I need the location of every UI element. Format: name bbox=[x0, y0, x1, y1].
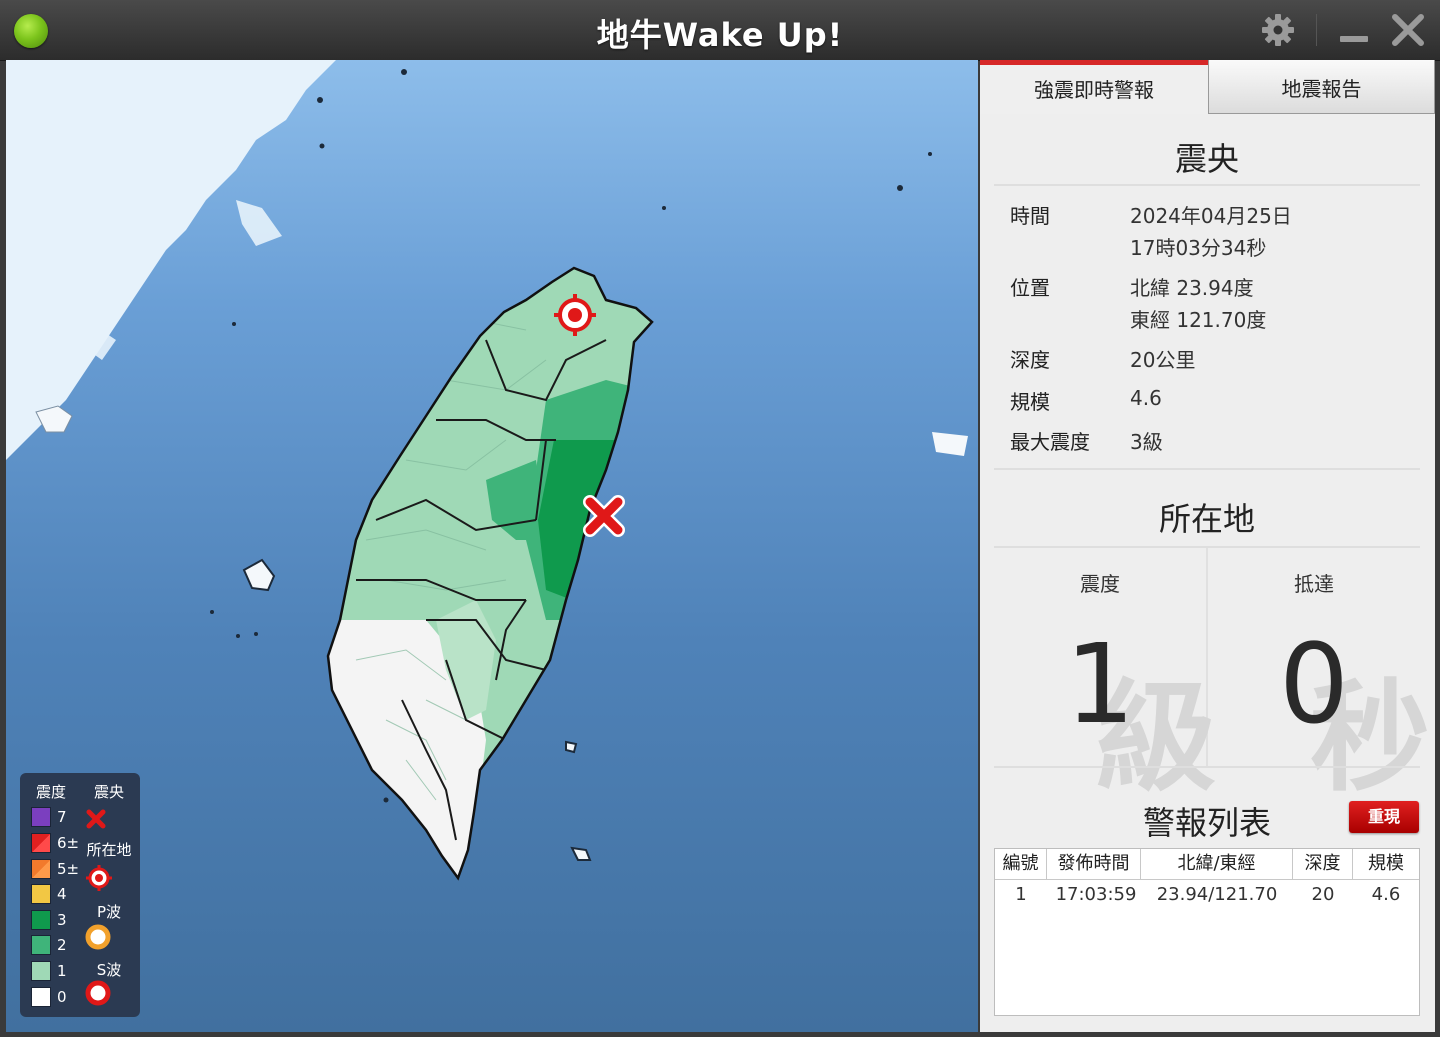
column-header-coords[interactable]: 北緯/東經 bbox=[1141, 849, 1293, 879]
replay-button[interactable]: 重現 bbox=[1349, 801, 1419, 833]
map-legend: 震度 震央 7 6± 5± 4 3 2 1 0 所在地 P波 S波 bbox=[20, 773, 140, 1017]
local-intensity-value: 1 bbox=[1065, 620, 1135, 748]
table-header: 編號 發佈時間 北緯/東經 深度 規模 bbox=[995, 849, 1419, 880]
legend-epicenter-header: 震央 bbox=[94, 783, 125, 801]
legend-level-0: 0 bbox=[31, 987, 67, 1007]
legend-level-label: 3 bbox=[57, 911, 67, 929]
cell-coords: 23.94/121.70 bbox=[1156, 884, 1278, 905]
depth-value: 20公里 bbox=[1130, 348, 1196, 372]
legend-intensity-header: 震度 bbox=[36, 783, 67, 801]
legend-p-wave-label: P波 bbox=[96, 903, 122, 921]
legend-s-wave-label: S波 bbox=[96, 961, 122, 979]
legend-level-label: 2 bbox=[57, 936, 67, 954]
epicenter-title: 震央 bbox=[1174, 140, 1239, 178]
legend-swatch bbox=[31, 859, 51, 879]
legend-swatch bbox=[31, 833, 51, 853]
legend-swatch bbox=[31, 910, 51, 930]
depth-label: 深度 bbox=[1010, 348, 1050, 372]
alert-table: 編號 發佈時間 北緯/東經 深度 規模 1 17:03:59 23.94/121… bbox=[994, 848, 1420, 1016]
time-date-value: 2024年04月25日 bbox=[1130, 204, 1292, 228]
local-intensity-label: 震度 bbox=[1080, 572, 1120, 596]
epicenter-marker-icon bbox=[583, 495, 625, 537]
arrival-seconds-value: 0 bbox=[1279, 620, 1349, 748]
column-header-depth[interactable]: 深度 bbox=[1293, 849, 1353, 879]
max-intensity-value: 3級 bbox=[1130, 430, 1163, 454]
earthquake-map[interactable]: 震度 震央 7 6± 5± 4 3 2 1 0 所在地 P波 S波 bbox=[6, 60, 978, 1032]
legend-swatch bbox=[31, 884, 51, 904]
legend-swatch bbox=[31, 961, 51, 981]
magnitude-label: 規模 bbox=[1010, 390, 1050, 414]
minimize-icon[interactable] bbox=[1336, 12, 1372, 48]
legend-level-7: 7 bbox=[31, 807, 67, 827]
legend-level-4: 4 bbox=[31, 884, 67, 904]
divider bbox=[994, 766, 1420, 768]
legend-swatch bbox=[31, 987, 51, 1007]
position-label: 位置 bbox=[1010, 276, 1050, 300]
legend-level-2: 2 bbox=[31, 935, 67, 955]
tab-realtime-alert[interactable]: 強震即時警報 bbox=[980, 60, 1208, 114]
divider bbox=[994, 184, 1420, 186]
legend-level-label: 7 bbox=[57, 808, 67, 826]
divider bbox=[994, 468, 1420, 470]
legend-swatch bbox=[31, 935, 51, 955]
legend-swatch bbox=[31, 807, 51, 827]
longitude-value: 東經 121.70度 bbox=[1130, 308, 1267, 332]
time-clock-value: 17時03分34秒 bbox=[1130, 236, 1267, 260]
location-title: 所在地 bbox=[1158, 500, 1255, 538]
info-panel: 強震即時警報 地震報告 震央 時間 2024年04月25日 17時03分34秒 … bbox=[980, 60, 1435, 1032]
legend-level-label: 1 bbox=[57, 962, 67, 980]
legend-location-label: 所在地 bbox=[86, 841, 132, 859]
gear-icon[interactable] bbox=[1260, 12, 1296, 48]
legend-level-label: 4 bbox=[57, 885, 67, 903]
cell-depth: 20 bbox=[1311, 884, 1335, 905]
legend-level-label: 5± bbox=[57, 860, 80, 878]
arrival-label: 抵達 bbox=[1294, 572, 1334, 596]
legend-level-5: 5± bbox=[31, 859, 79, 879]
titlebar-divider bbox=[1316, 14, 1317, 46]
column-header-time[interactable]: 發佈時間 bbox=[1047, 849, 1141, 879]
legend-level-label: 6± bbox=[57, 834, 80, 852]
app-title: 地牛Wake Up! bbox=[596, 16, 844, 54]
tab-earthquake-report[interactable]: 地震報告 bbox=[1208, 60, 1435, 114]
title-bar: 地牛Wake Up! bbox=[0, 0, 1440, 61]
time-label: 時間 bbox=[1010, 204, 1050, 228]
magnitude-value: 4.6 bbox=[1130, 386, 1162, 410]
legend-level-6: 6± bbox=[31, 833, 79, 853]
latitude-value: 北緯 23.94度 bbox=[1130, 276, 1254, 300]
legend-level-3: 3 bbox=[31, 910, 67, 930]
column-header-magnitude[interactable]: 規模 bbox=[1353, 849, 1419, 879]
cell-time: 17:03:59 bbox=[1055, 884, 1137, 905]
mainland-coast bbox=[6, 60, 336, 460]
map-canvas bbox=[6, 60, 968, 881]
max-intensity-label: 最大震度 bbox=[1010, 430, 1090, 454]
cell-magnitude: 4.6 bbox=[1371, 884, 1401, 905]
column-header-id[interactable]: 編號 bbox=[995, 849, 1047, 879]
legend-level-label: 0 bbox=[57, 988, 67, 1006]
cell-id: 1 bbox=[1015, 884, 1027, 905]
close-icon[interactable] bbox=[1390, 12, 1426, 48]
legend-level-1: 1 bbox=[31, 961, 67, 981]
